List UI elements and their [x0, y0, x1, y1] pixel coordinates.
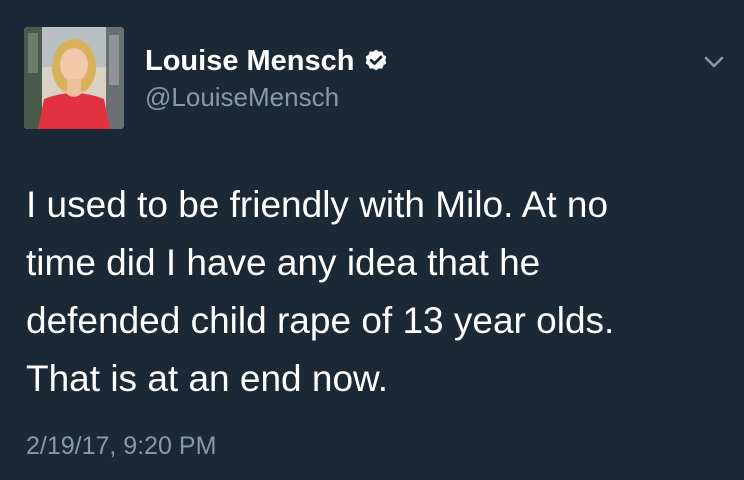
avatar[interactable] [24, 27, 124, 129]
tweet-text-line: time did I have any idea that he [26, 242, 541, 283]
chevron-down-icon[interactable] [700, 52, 728, 72]
verified-badge-icon [365, 49, 386, 71]
tweet-text-line: defended child rape of 13 year olds. [26, 300, 615, 341]
tweet-text-line: I used to be friendly with Milo. At no [26, 184, 609, 225]
tweet-card: Louise Mensch @LouiseMensch I used to be… [0, 0, 744, 480]
tweet-timestamp[interactable]: 2/19/17, 9:20 PM [26, 430, 216, 462]
profile-photo-icon [24, 27, 124, 129]
user-block: Louise Mensch @LouiseMensch [145, 42, 389, 114]
display-name[interactable]: Louise Mensch [145, 42, 355, 80]
tweet-text-line: That is at an end now. [26, 358, 389, 399]
user-handle[interactable]: @LouiseMensch [145, 80, 389, 114]
name-row: Louise Mensch [145, 42, 389, 80]
tweet-text: I used to be friendly with Milo. At no t… [26, 176, 726, 408]
